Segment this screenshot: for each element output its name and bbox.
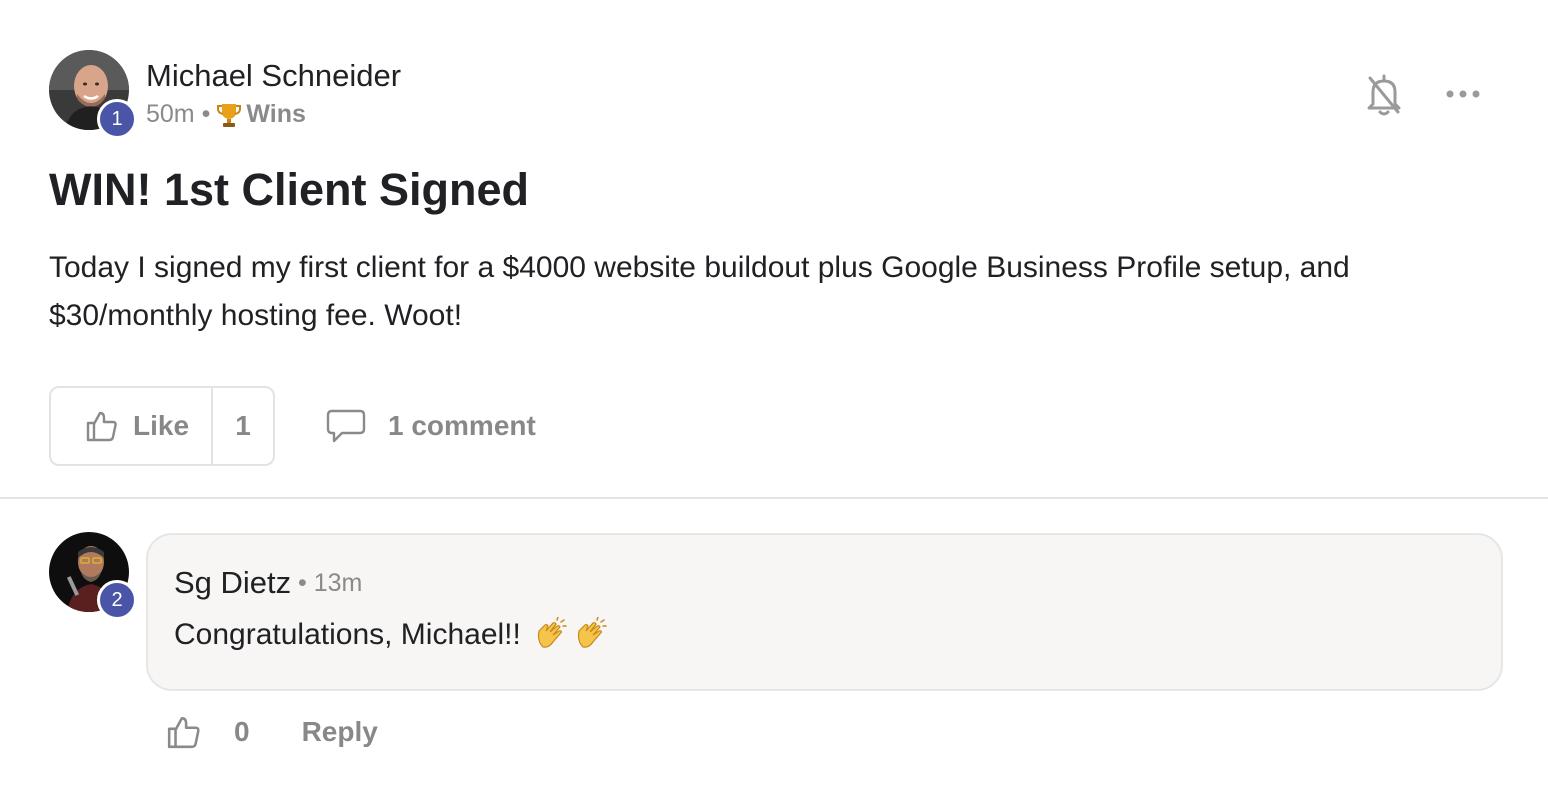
like-count[interactable]: 1: [213, 388, 273, 464]
bell-off-icon[interactable]: [1364, 72, 1404, 116]
like-label: Like: [133, 410, 190, 441]
comment-count-label: 1 comment: [388, 410, 536, 441]
post-title[interactable]: WIN! 1st Client Signed: [49, 164, 529, 216]
more-options-icon[interactable]: [1444, 84, 1484, 104]
author-name[interactable]: Michael Schneider: [146, 58, 401, 94]
trophy-icon: [217, 102, 242, 128]
comment-button[interactable]: 1 comment: [326, 406, 536, 446]
commenter-level-badge: 2: [97, 580, 137, 620]
post-card: 1 Michael Schneider 50m • Wins WIN! 1st …: [0, 0, 1548, 498]
comment-icon: [326, 409, 366, 443]
post-meta: 50m • Wins: [146, 100, 306, 129]
reply-button[interactable]: Reply: [302, 716, 378, 748]
comment-thumbs-up-icon[interactable]: [166, 714, 202, 750]
comment-author[interactable]: Sg Dietz: [174, 565, 291, 601]
clapping-hands-icon: [537, 617, 567, 648]
meta-separator: •: [201, 100, 211, 128]
author-level-badge: 1: [97, 99, 137, 139]
post-category[interactable]: Wins: [246, 100, 306, 129]
clapping-hands-icon: [577, 617, 607, 648]
comment-text-content: Congratulations, Michael!!: [174, 618, 521, 651]
comment-text: Congratulations, Michael!!: [174, 617, 609, 653]
like-button-group: Like 1: [49, 386, 275, 466]
like-button[interactable]: Like: [51, 388, 213, 464]
comment-actions: 0 Reply: [166, 712, 378, 752]
comment-time: • 13m: [298, 569, 363, 597]
post-time: 50m: [146, 100, 195, 128]
comment-bubble: Sg Dietz • 13m Congratulations, Michael!…: [146, 533, 1503, 691]
comment-like-count[interactable]: 0: [234, 716, 250, 748]
post-body: Today I signed my first client for a $40…: [49, 251, 1350, 332]
thumbs-up-icon: [86, 411, 117, 442]
comment-list: 2 Sg Dietz • 13m Congratulations, Michae…: [0, 498, 1548, 786]
